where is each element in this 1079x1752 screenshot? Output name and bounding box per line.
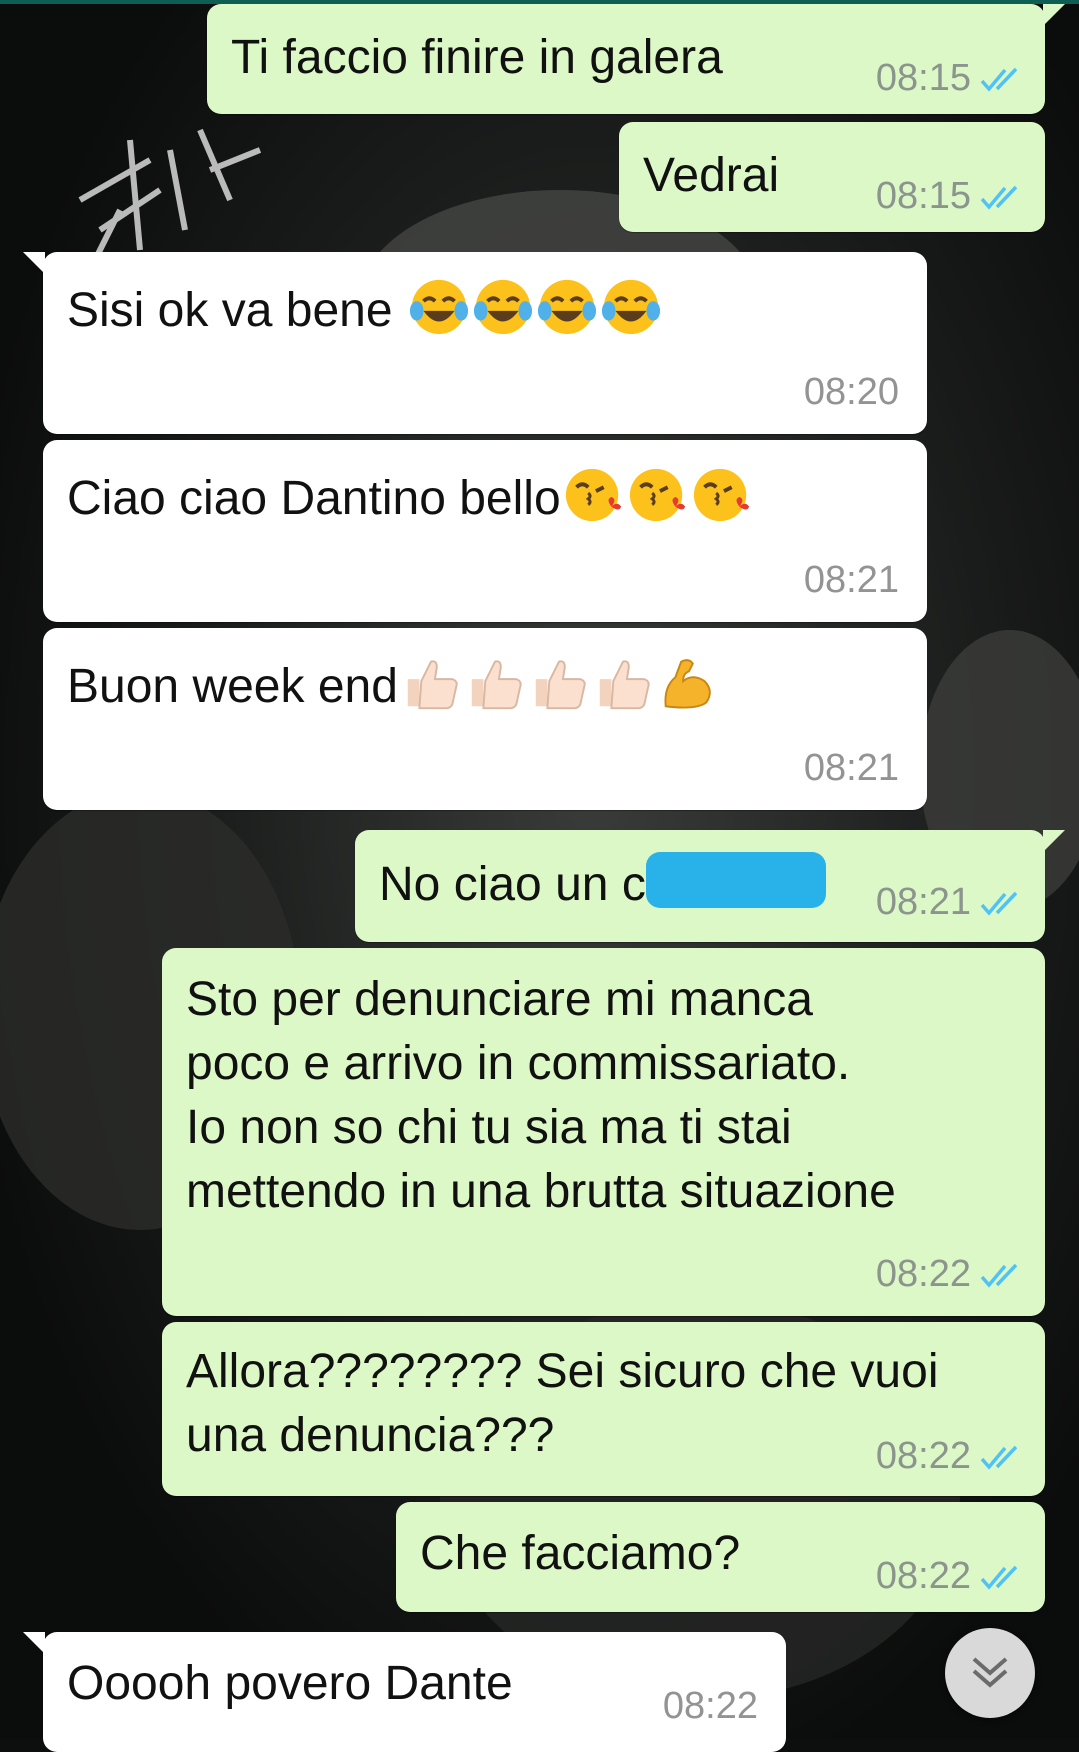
- message-text-line: Allora???????? Sei sicuro che vuoi: [186, 1345, 939, 1398]
- face-with-tears-of-joy-icon: [601, 279, 660, 335]
- message-time: 08:22: [662, 1685, 758, 1727]
- read-double-check-icon: [980, 1263, 1018, 1288]
- message-text: Ti faccio finire in galera: [231, 31, 723, 84]
- face-with-tears-of-joy-icon: [537, 279, 596, 335]
- message-text: Buon week end: [67, 652, 718, 719]
- message-time: 08:21: [875, 881, 971, 923]
- message-meta: 08:22: [876, 1556, 1023, 1596]
- bubble-tail: [23, 252, 45, 274]
- message-time: 08:21: [803, 559, 899, 601]
- outgoing-message[interactable]: Ti faccio finire in galera 08:15: [207, 4, 1065, 114]
- face-blowing-kiss-icon: [693, 468, 749, 522]
- incoming-message[interactable]: Ooooh povero Dante 08:22: [23, 1632, 786, 1752]
- message-text-content: Buon week end: [67, 660, 398, 713]
- read-double-check-icon: [980, 67, 1018, 92]
- thumbs-up-icon: [535, 660, 586, 710]
- message-meta: 08:15: [876, 176, 1023, 216]
- incoming-message[interactable]: Buon week end 08:21: [43, 628, 927, 810]
- read-double-check-icon: [980, 1445, 1018, 1470]
- double-chevron-down-icon: [972, 1657, 1008, 1688]
- message-text-line: una denuncia???: [186, 1409, 555, 1462]
- incoming-message[interactable]: Ciao ciao Dantino bello 08:21: [43, 440, 927, 622]
- message-text: Vedrai: [643, 149, 780, 202]
- message-text-line: Io non so chi tu sia ma ti stai: [186, 1101, 792, 1154]
- incoming-message[interactable]: Sisi ok va bene 08:20: [23, 252, 927, 434]
- message-meta: 08:22: [876, 1436, 1023, 1476]
- flexed-biceps-icon: [664, 659, 711, 709]
- message-time: 08:22: [875, 1555, 971, 1597]
- message-meta: 08:21: [876, 882, 1023, 922]
- message-time: 08:22: [875, 1253, 971, 1295]
- message-time: 08:15: [875, 175, 971, 217]
- read-double-check-icon: [980, 1565, 1018, 1590]
- scroll-to-bottom-button[interactable]: [945, 1628, 1035, 1718]
- message-meta: 08:22: [876, 1254, 1023, 1294]
- message-text-line: Sto per denunciare mi manca: [186, 973, 813, 1026]
- outgoing-message[interactable]: Sto per denunciare mi manca poco e arriv…: [162, 948, 1045, 1316]
- face-with-tears-of-joy-icon: [409, 279, 468, 335]
- message-time: 08:15: [875, 57, 971, 99]
- message-time: 08:22: [875, 1435, 971, 1477]
- read-double-check-icon: [980, 185, 1018, 210]
- outgoing-message[interactable]: No ciao un c 08:21: [355, 830, 1065, 942]
- outgoing-message[interactable]: Vedrai 08:15: [619, 122, 1045, 232]
- message-time: 08:21: [803, 747, 899, 789]
- message-text: Ciao ciao Dantino bello: [67, 464, 753, 531]
- message-text-line: mettendo in una brutta situazione: [186, 1165, 896, 1218]
- face-with-tears-of-joy-icon: [473, 279, 532, 335]
- thumbs-up-icon: [599, 660, 650, 710]
- message-text: No ciao un c: [379, 852, 826, 917]
- redaction-block: [645, 852, 826, 908]
- thumbs-up-icon: [407, 660, 458, 710]
- message-text-content: No ciao un c: [379, 858, 646, 911]
- outgoing-message[interactable]: Che facciamo? 08:22: [396, 1502, 1045, 1612]
- message-text: Ooooh povero Dante: [67, 1657, 513, 1710]
- outgoing-message[interactable]: Allora???????? Sei sicuro che vuoi una d…: [162, 1322, 1045, 1496]
- face-blowing-kiss-icon: [565, 468, 621, 522]
- read-double-check-icon: [980, 891, 1018, 916]
- message-meta: 08:15: [876, 58, 1023, 98]
- thumbs-up-icon: [471, 660, 522, 710]
- bubble-tail: [1043, 4, 1065, 26]
- face-blowing-kiss-icon: [629, 468, 685, 522]
- message-time: 08:20: [803, 371, 899, 413]
- bubble-tail: [1043, 830, 1065, 852]
- message-text-content: Ciao ciao Dantino bello: [67, 472, 561, 525]
- bubble-tail: [23, 1632, 45, 1654]
- message-text-content: Sisi ok va bene: [67, 284, 406, 337]
- message-text-line: poco e arrivo in commissariato.: [186, 1037, 851, 1090]
- message-text: Sisi ok va bene: [67, 276, 662, 343]
- message-text: Che facciamo?: [420, 1527, 741, 1580]
